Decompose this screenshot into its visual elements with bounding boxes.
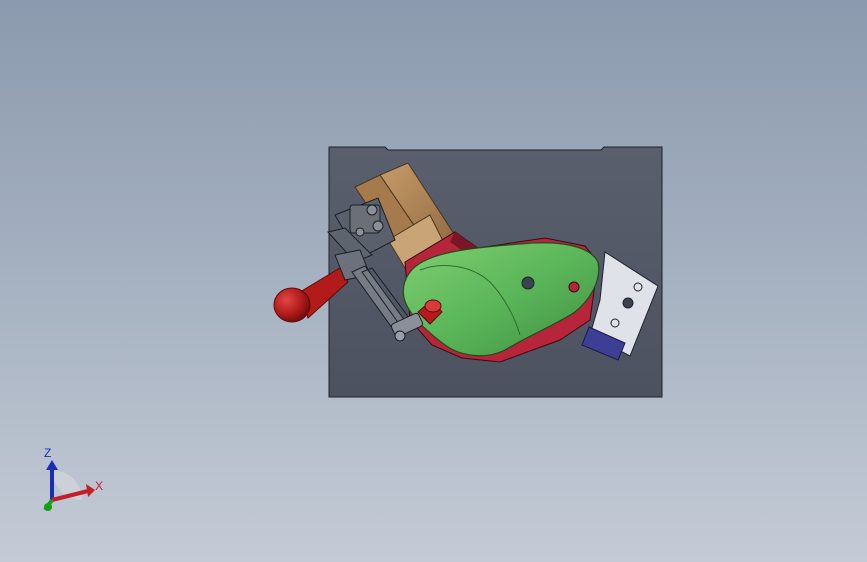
3d-viewport[interactable] (0, 0, 867, 562)
z-axis-label: Z (44, 446, 52, 460)
coordinate-triad (43, 460, 95, 512)
x-axis-label: X (95, 479, 104, 493)
